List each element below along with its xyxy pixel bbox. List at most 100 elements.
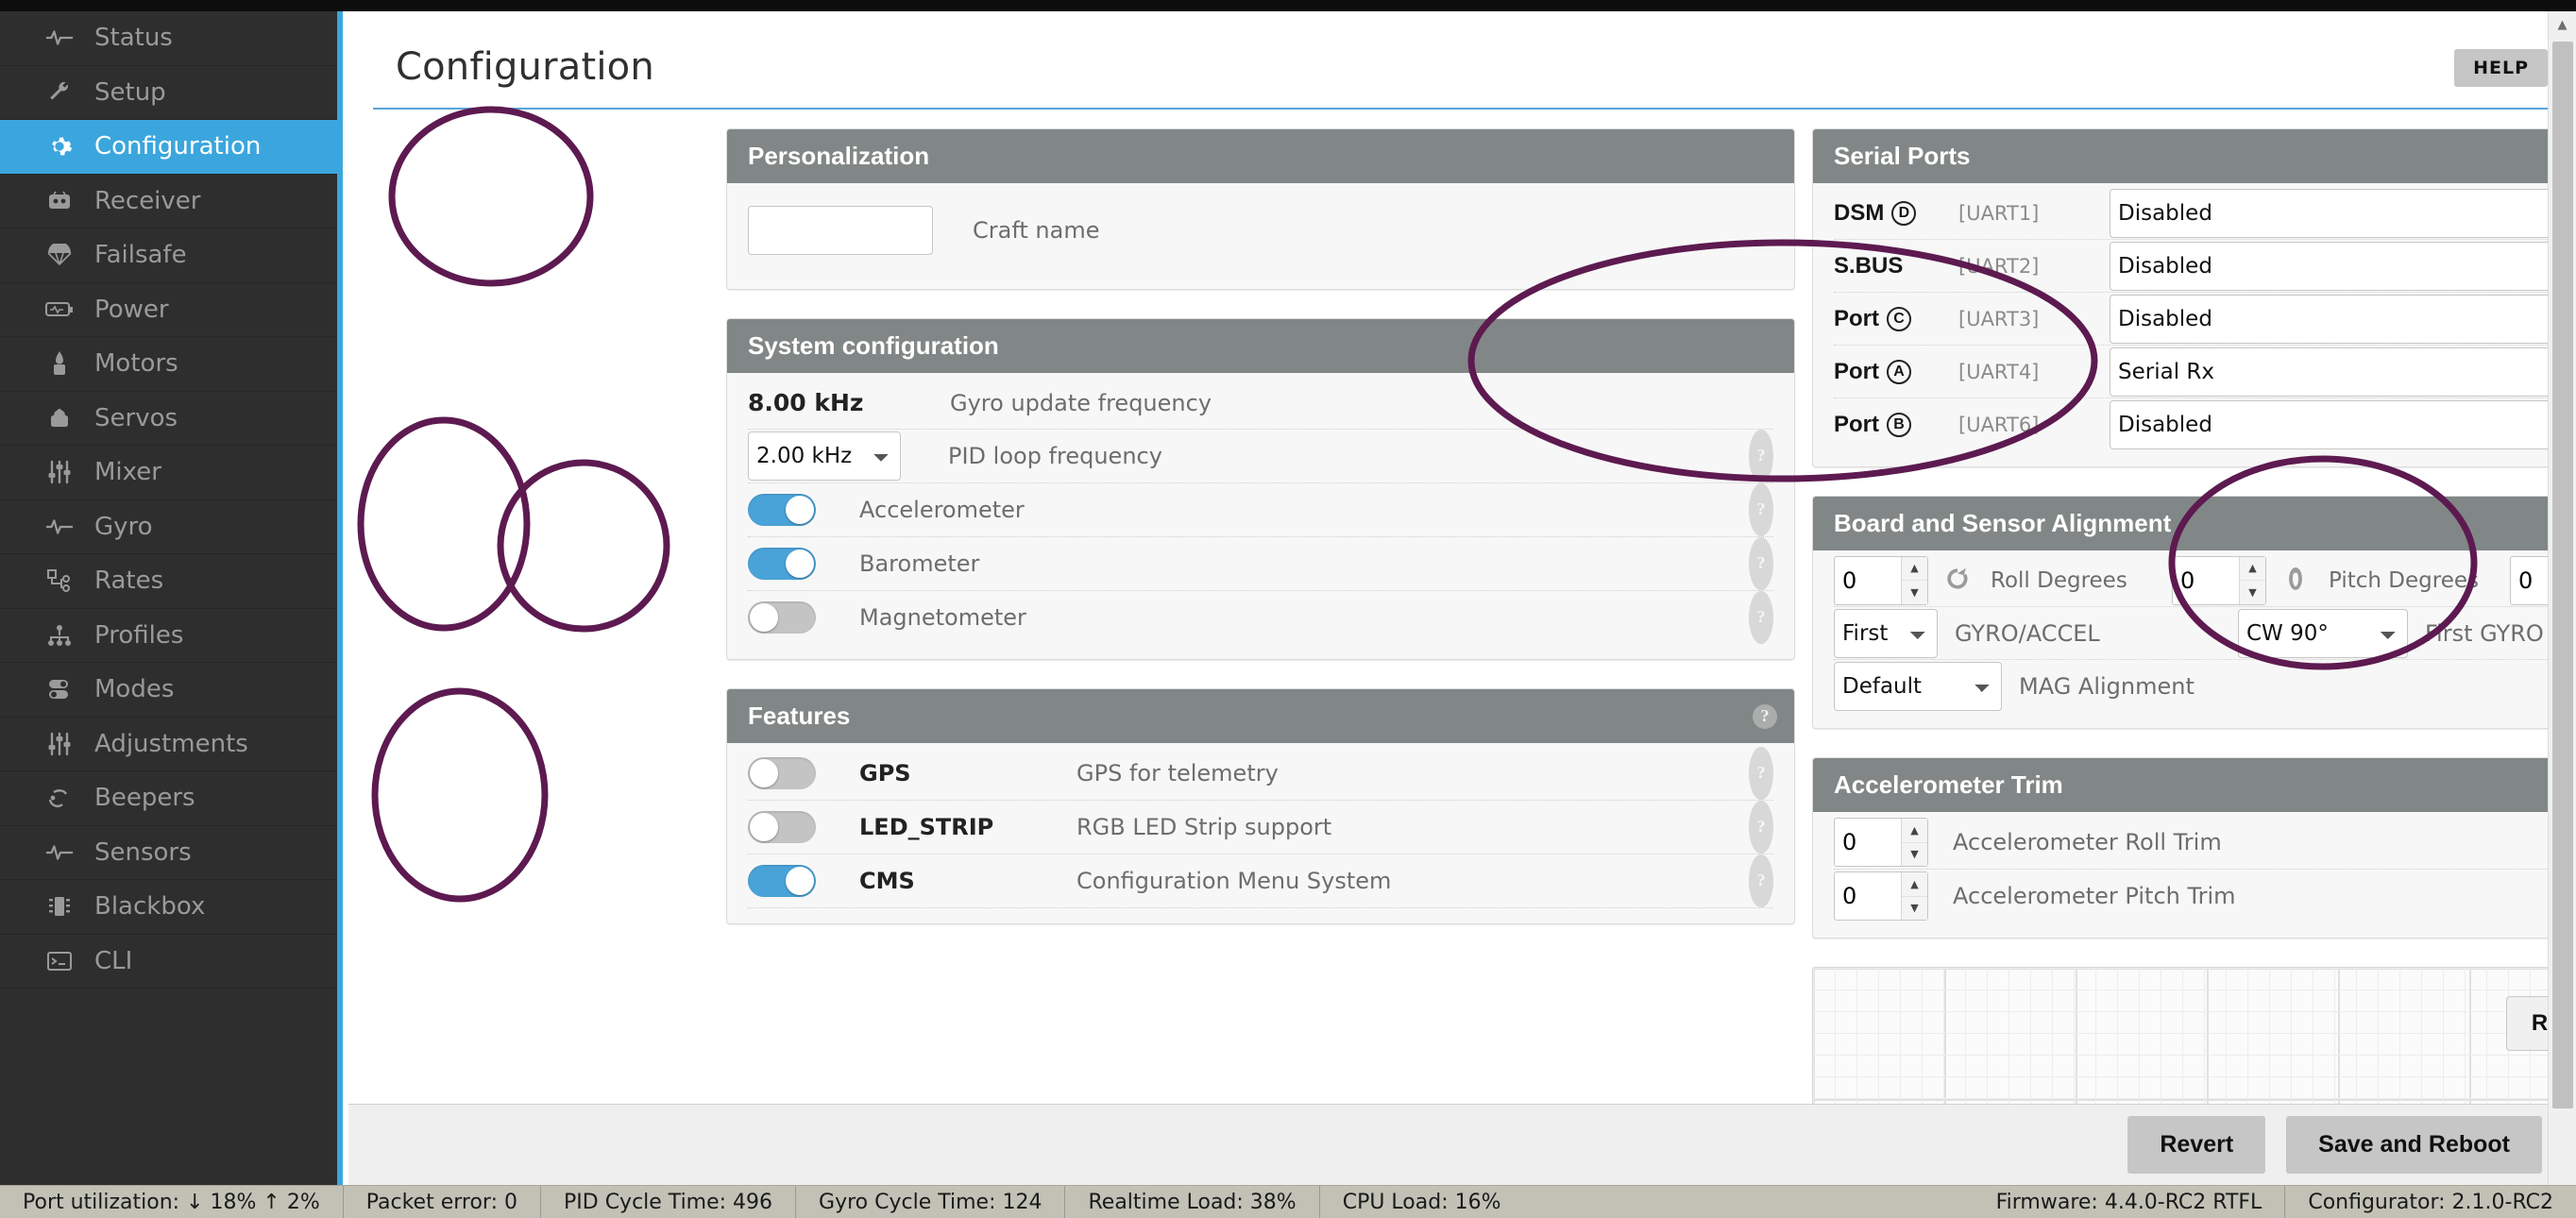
accel-roll-down-arrow[interactable]: ▼ [1902, 843, 1927, 867]
feature-toggle-led_strip[interactable] [748, 811, 816, 843]
status-firmware: Firmware: 4.4.0-RC2 RTFL [1974, 1186, 2286, 1218]
sidebar-item-label: Rates [94, 567, 163, 595]
sidebar-item-configuration[interactable]: Configuration [0, 120, 337, 175]
sidebar-item-setup[interactable]: Setup [0, 66, 337, 121]
scrollbar-thumb[interactable] [2552, 42, 2573, 1108]
serial-port-function-select-2[interactable]: DisabledSerial RxMSPTelemetryBlackbox [2110, 242, 2576, 291]
accelerometer-trim-body: ▲▼ Accelerometer Roll Trim ? ▲▼ Accelero… [1813, 812, 2576, 938]
beeper-icon [38, 784, 81, 812]
feature-help-icon-gps[interactable]: ? [1749, 747, 1773, 800]
first-gyro-select[interactable]: DefaultCW 0°CW 90°CW 180°CW 270° [2238, 609, 2408, 658]
sidebar-item-profiles[interactable]: Profiles [0, 609, 337, 664]
serial-port-name: S.BUS [1834, 253, 1903, 279]
gyro-accel-select[interactable]: FirstSecond [1834, 609, 1938, 658]
accelerometer-toggle[interactable] [748, 494, 816, 526]
sidebar-item-modes[interactable]: Modes [0, 663, 337, 718]
mag-alignment-select[interactable]: DefaultCW 0°CW 90°CW 180°CW 270° [1834, 662, 2002, 711]
feature-row-gps: GPSGPS for telemetry? [748, 747, 1773, 801]
feature-help-icon-led_strip[interactable]: ? [1749, 801, 1773, 854]
sidebar-item-status[interactable]: Status [0, 11, 337, 66]
pitch-degrees-arrows[interactable]: ▲▼ [2239, 557, 2265, 604]
serial-port-function-select-5[interactable]: DisabledSerial RxMSPTelemetryBlackbox [2110, 400, 2576, 449]
serial-port-row-2: S.BUS [UART2]DisabledSerial RxMSPTelemetr… [1834, 240, 2576, 293]
accel-pitch-down-arrow[interactable]: ▼ [1902, 897, 1927, 921]
gyro-accel-label: GYRO/ACCEL [1955, 620, 2238, 647]
feature-toggle-cms[interactable] [748, 865, 816, 897]
system-configuration-panel: System configuration 8.00 kHz Gyro updat… [726, 318, 1795, 660]
sidebar-item-label: Motors [94, 349, 178, 378]
roll-degrees-stepper[interactable]: ▲▼ [1834, 556, 1928, 605]
page-scrollbar[interactable]: ▲ [2548, 11, 2576, 1185]
roll-up-arrow[interactable]: ▲ [1902, 557, 1927, 582]
sidebar-item-servos[interactable]: Servos [0, 392, 337, 447]
craft-name-input[interactable] [748, 206, 933, 255]
accel-pitch-trim-arrows[interactable]: ▲▼ [1901, 872, 1927, 920]
wrench-icon [38, 78, 81, 107]
features-title: Features [748, 702, 850, 730]
port-identifier-badge: B [1887, 413, 1911, 437]
feature-row-led_strip: LED_STRIPRGB LED Strip support? [748, 801, 1773, 854]
sidebar-item-gyro[interactable]: Gyro [0, 500, 337, 555]
pitch-degrees-stepper[interactable]: ▲▼ [2172, 556, 2266, 605]
scroll-up-arrow[interactable]: ▲ [2549, 11, 2576, 38]
pitch-up-arrow[interactable]: ▲ [2240, 557, 2265, 582]
roll-degrees-arrows[interactable]: ▲▼ [1901, 557, 1927, 604]
revert-button[interactable]: Revert [2127, 1116, 2265, 1174]
personalization-panel: Personalization Craft name [726, 128, 1795, 290]
sidebar-item-power[interactable]: Power [0, 283, 337, 338]
serial-port-function-select-3[interactable]: DisabledSerial RxMSPTelemetryBlackbox [2110, 295, 2576, 344]
roll-degrees-input[interactable] [1835, 557, 1893, 604]
sidebar-item-beepers[interactable]: Beepers [0, 771, 337, 826]
feature-description-led_strip: RGB LED Strip support [1076, 814, 1331, 840]
sidebar-item-label: Gyro [94, 513, 153, 541]
main-sidebar: StatusSetupConfiguration Receiver Failsafe… [0, 11, 343, 1185]
accel-pitch-up-arrow[interactable]: ▲ [1902, 872, 1927, 897]
accel-roll-trim-input[interactable] [1835, 819, 1893, 866]
pitch-down-arrow[interactable]: ▼ [2240, 581, 2265, 604]
accel-pitch-trim-input[interactable] [1835, 872, 1893, 920]
parachute-icon [38, 241, 81, 269]
save-and-reboot-button[interactable]: Save and Reboot [2286, 1116, 2542, 1174]
magnetometer-toggle[interactable] [748, 601, 816, 634]
barometer-toggle[interactable] [748, 548, 816, 580]
serial-port-function-select-4[interactable]: DisabledSerial RxMSPTelemetryBlackbox [2110, 347, 2576, 397]
sidebar-item-cli[interactable]: CLI [0, 935, 337, 990]
sidebar-item-failsafe[interactable]: Failsafe [0, 228, 337, 283]
sidebar-item-mixer[interactable]: Mixer [0, 446, 337, 500]
sidebar-item-motors[interactable]: Motors [0, 337, 337, 392]
gyro-update-label: Gyro update frequency [950, 390, 1212, 416]
barometer-help-icon[interactable]: ? [1749, 537, 1773, 590]
features-help-icon[interactable]: ? [1753, 704, 1777, 729]
sidebar-item-label: Modes [94, 675, 174, 703]
serial-port-function-select-1[interactable]: DisabledSerial RxMSPTelemetryBlackbox [2110, 189, 2576, 238]
accel-roll-trim-arrows[interactable]: ▲▼ [1901, 819, 1927, 866]
serial-port-name-group: DSMD [1834, 200, 1958, 227]
pid-loop-select[interactable]: 8.00 kHz4.00 kHz2.00 kHz1.00 kHz [748, 431, 901, 481]
feature-help-icon-cms[interactable]: ? [1749, 854, 1773, 907]
serial-port-uart: [UART2] [1958, 255, 2110, 278]
roll-down-arrow[interactable]: ▼ [1902, 581, 1927, 604]
sidebar-item-blackbox[interactable]: Blackbox [0, 880, 337, 935]
sidebar-item-adjustments[interactable]: Adjustments [0, 718, 337, 772]
accel-pitch-trim-stepper[interactable]: ▲▼ [1834, 871, 1928, 921]
sidebar-item-rates[interactable]: Rates [0, 554, 337, 609]
help-button[interactable]: HELP [2454, 49, 2548, 87]
pulse-icon [38, 838, 81, 867]
pitch-degrees-input[interactable] [2173, 557, 2231, 604]
feature-row-cms: CMSConfiguration Menu System? [748, 854, 1773, 908]
accelerometer-help-icon[interactable]: ? [1749, 483, 1773, 536]
sidebar-item-label: Receiver [94, 187, 200, 215]
rates-icon [38, 567, 81, 595]
sensor-row-accelerometer: Accelerometer? [748, 483, 1773, 537]
magnetometer-help-icon[interactable]: ? [1749, 591, 1773, 644]
transmitter-icon [38, 187, 81, 215]
accel-roll-up-arrow[interactable]: ▲ [1902, 819, 1927, 843]
accelerometer-label: Accelerometer [859, 497, 1025, 523]
sidebar-item-sensors[interactable]: Sensors [0, 826, 337, 881]
accel-roll-trim-stepper[interactable]: ▲▼ [1834, 818, 1928, 867]
sidebar-item-receiver[interactable]: Receiver [0, 175, 337, 229]
feature-toggle-gps[interactable] [748, 757, 816, 789]
pid-loop-help-icon[interactable]: ? [1749, 430, 1773, 482]
serial-port-function-cell: DisabledSerial RxMSPTelemetryBlackbox [2110, 400, 2576, 449]
model-preview-canvas[interactable]: Reset Z axis, offset: 0 deg [1812, 967, 2576, 1118]
